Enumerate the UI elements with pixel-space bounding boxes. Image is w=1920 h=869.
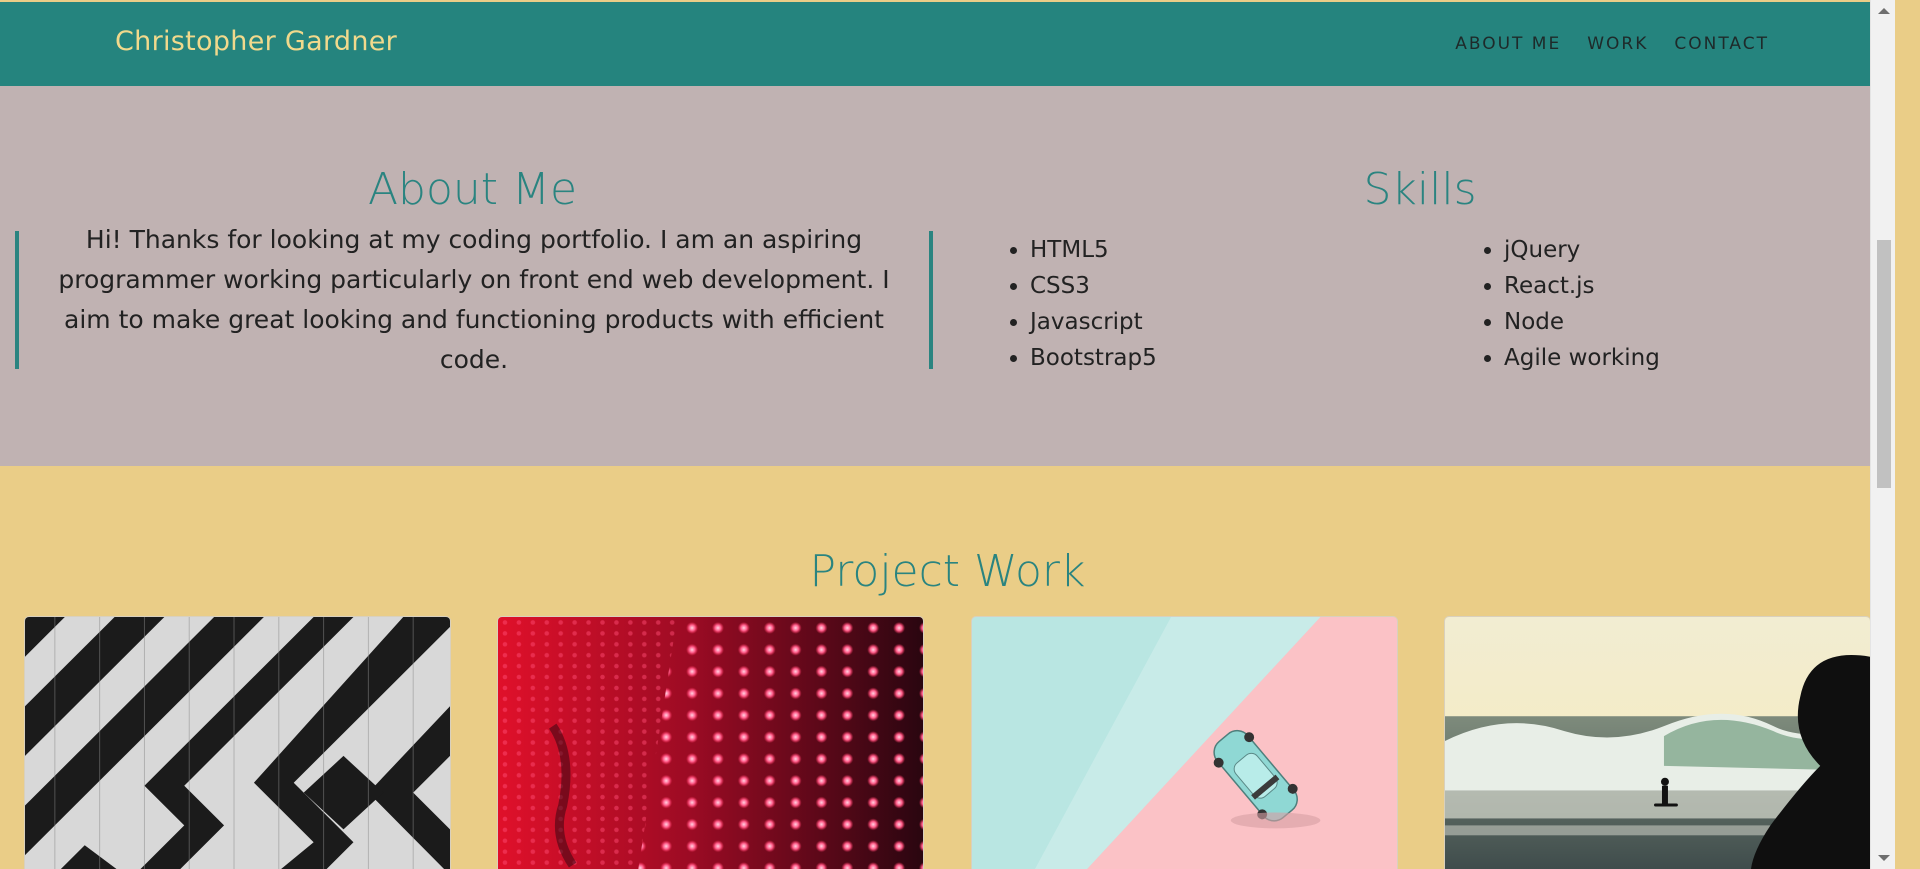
project-section: Project Work (0, 466, 1895, 869)
skill-item: HTML5 (1030, 232, 1157, 268)
portfolio-page: Christopher Gardner ABOUT ME WORK CONTAC… (0, 0, 1895, 869)
skill-item: Agile working (1504, 340, 1660, 376)
red-led-dots-image (498, 617, 923, 869)
project-card-1[interactable] (24, 616, 451, 869)
about-blockquote: Hi! Thanks for looking at my coding port… (15, 225, 933, 374)
navbar: Christopher Gardner ABOUT ME WORK CONTAC… (0, 2, 1895, 86)
skill-item: jQuery (1504, 232, 1660, 268)
brand-link[interactable]: Christopher Gardner (115, 26, 397, 57)
skill-item: Node (1504, 304, 1660, 340)
project-card-3[interactable] (971, 616, 1398, 869)
project-card-4[interactable] (1444, 616, 1871, 869)
skills-list-right: jQuery React.js Node Agile working (1480, 232, 1660, 376)
scroll-down-arrow-icon[interactable] (1878, 855, 1890, 861)
page-scrollbar[interactable] (1870, 0, 1895, 869)
project-title: Project Work (809, 546, 1086, 597)
skills-title: Skills (1363, 164, 1477, 215)
skill-item: Bootstrap5 (1030, 340, 1157, 376)
skills-list-left: HTML5 CSS3 Javascript Bootstrap5 (1006, 232, 1157, 376)
nav-link-about-me[interactable]: ABOUT ME (1455, 34, 1561, 54)
skill-item: React.js (1504, 268, 1660, 304)
about-title: About Me (367, 164, 578, 215)
toy-car-pastel-image (972, 617, 1397, 869)
about-section: About Me Hi! Thanks for looking at my co… (0, 86, 1895, 466)
skill-item: CSS3 (1030, 268, 1157, 304)
nav-link-work[interactable]: WORK (1587, 34, 1648, 54)
black-white-diamond-pattern-image (25, 617, 450, 869)
about-text: Hi! Thanks for looking at my coding port… (58, 225, 890, 374)
scroll-up-arrow-icon[interactable] (1878, 8, 1890, 14)
nav-links: ABOUT ME WORK CONTACT (1455, 34, 1769, 54)
surfer-wave-image (1445, 617, 1870, 869)
nav-link-contact[interactable]: CONTACT (1674, 34, 1769, 54)
skill-item: Javascript (1030, 304, 1157, 340)
project-card-2[interactable] (497, 616, 924, 869)
scroll-thumb[interactable] (1877, 240, 1891, 488)
